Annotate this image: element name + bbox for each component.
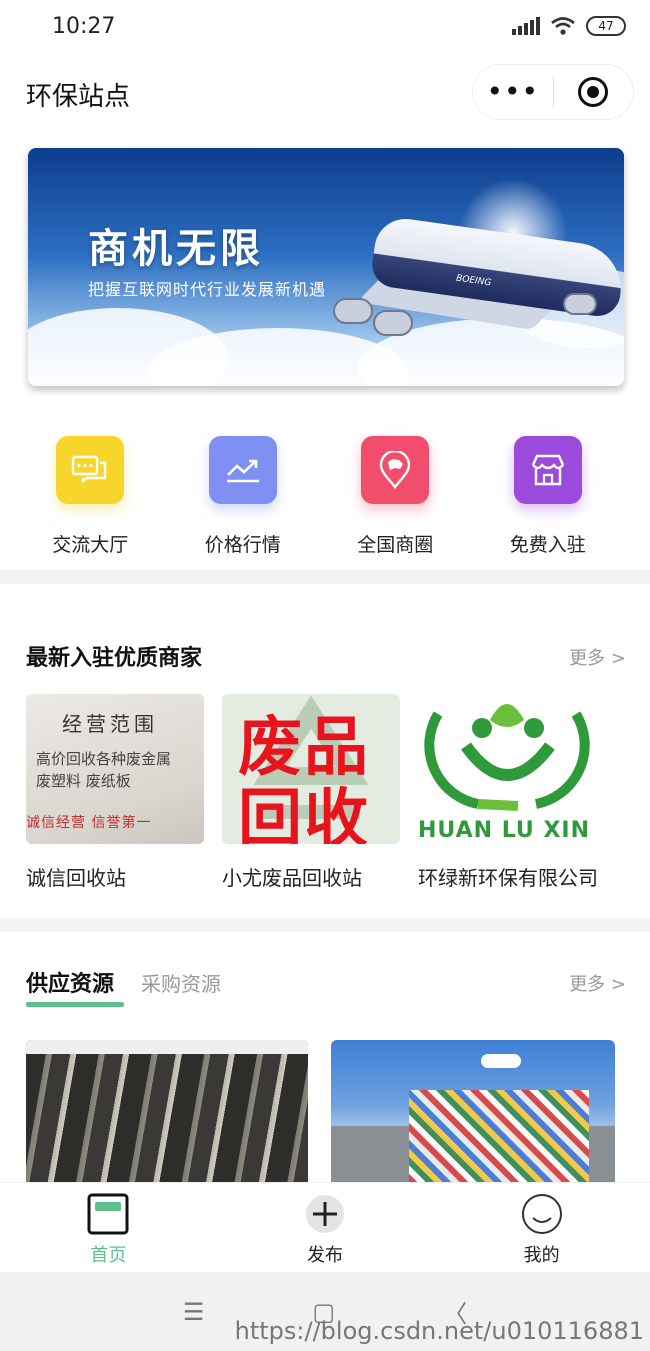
bottom-tab-bar: 首页 发布 我的 [0,1182,650,1272]
plane-engine [373,310,413,336]
mini-program-capsule: ••• [472,64,634,120]
menu-icon[interactable]: ☰ [183,1298,205,1326]
banner-title: 商机无限 [88,225,264,272]
supply-section: 供应资源 采购资源 更多 > [0,932,650,1182]
merchant-image-footer: 诚信经营 信誉第一 [26,815,152,831]
plus-icon [306,1195,344,1233]
merchant-image-line: 高价回收各种废金属 [36,750,172,768]
tab-label: 首页 [90,1245,127,1266]
tab-purchase[interactable]: 采购资源 [141,968,221,997]
merchant-name: 小尤废品回收站 [222,866,362,890]
watermark: https://blog.csdn.net/u010116881 [234,1317,644,1345]
store-icon [513,436,582,504]
banner[interactable]: BOEING 商机无限 把握互联网时代行业发展新机遇 [28,148,624,386]
tab-publish[interactable]: 发布 [217,1183,434,1272]
quick-entry-label: 价格行情 [204,534,281,556]
status-icons: 47 [512,16,626,36]
quick-entry-label: 全国商圈 [357,534,434,556]
quick-entry-label: 交流大厅 [52,534,129,556]
quick-entry-row: 交流大厅 价格行情 全国商圈 免费入驻 [0,436,650,557]
tab-active-indicator [26,1002,124,1007]
more-dots-icon[interactable]: ••• [473,78,553,106]
merchant-list: 经营范围 高价回收各种废金属 废塑料 废纸板 诚信经营 信誉第一 诚信回收站 废… [26,694,596,891]
plane-engine [563,293,597,315]
merchant-image-line: 废塑料 废纸板 [36,772,131,790]
tab-supply[interactable]: 供应资源 [26,966,114,998]
supply-item-image[interactable] [331,1040,615,1182]
status-bar: 10:27 47 [0,0,650,56]
section-title: 最新入驻优质商家 [26,646,203,671]
status-time: 10:27 [52,14,116,39]
nav-bar: 环保站点 ••• [0,56,650,128]
quick-entry-price-trend[interactable]: 价格行情 [167,436,320,557]
home-icon [87,1193,129,1235]
merchant-image-heading: 经营范围 [62,712,158,736]
tab-home[interactable]: 首页 [0,1183,217,1272]
supply-item-image[interactable] [26,1040,308,1182]
target-icon [578,77,609,107]
system-navigation-bar: ☰ ▢ 〈 https://blog.csdn.net/u010116881 [0,1272,650,1351]
quick-entry-national-circle[interactable]: 全国商圈 [319,436,472,557]
battery-icon: 47 [586,16,626,36]
supply-more-link[interactable]: 更多 > [569,970,626,996]
wifi-icon [551,17,575,35]
tab-label: 我的 [523,1245,560,1266]
banner-subtitle: 把握互联网时代行业发展新机遇 [88,280,327,299]
close-mini-program-button[interactable] [554,77,634,107]
chat-icon [56,436,125,504]
merchant-name: 环绿新环保有限公司 [418,866,596,890]
quick-entry-label: 免费入驻 [509,534,586,556]
merchant-section: 最新入驻优质商家 更多 > 经营范围 高价回收各种废金属 废塑料 废纸板 诚信经… [0,584,650,918]
merchant-image-line: 回收 [238,783,370,844]
merchant-card[interactable]: 经营范围 高价回收各种废金属 废塑料 废纸板 诚信经营 信誉第一 诚信回收站 [26,694,204,891]
merchant-card[interactable]: 废品 回收 小尤废品回收站 [222,694,400,891]
trend-chart-icon [208,436,277,504]
quick-entry-free-join[interactable]: 免费入驻 [472,436,625,557]
top-section: BOEING 商机无限 把握互联网时代行业发展新机遇 交流大厅 价格行情 全国商… [0,128,650,570]
smile-icon [521,1194,562,1234]
page-title: 环保站点 [26,82,131,112]
merchant-image: 废品 回收 [222,694,400,844]
tab-label: 发布 [307,1245,343,1266]
merchant-image: HUAN LU XIN [418,694,596,844]
merchant-more-link[interactable]: 更多 > [569,644,626,670]
merchant-image-text: HUAN LU XIN [418,818,591,843]
tab-mine[interactable]: 我的 [433,1183,650,1272]
merchant-image: 经营范围 高价回收各种废金属 废塑料 废纸板 诚信经营 信誉第一 [26,694,204,844]
quick-entry-exchange-hall[interactable]: 交流大厅 [14,436,167,557]
merchant-name: 诚信回收站 [26,866,126,890]
merchant-card[interactable]: HUAN LU XIN 环绿新环保有限公司 [418,694,596,891]
plane-engine [333,298,373,324]
signal-icon [512,17,540,35]
map-pin-icon [361,436,430,504]
